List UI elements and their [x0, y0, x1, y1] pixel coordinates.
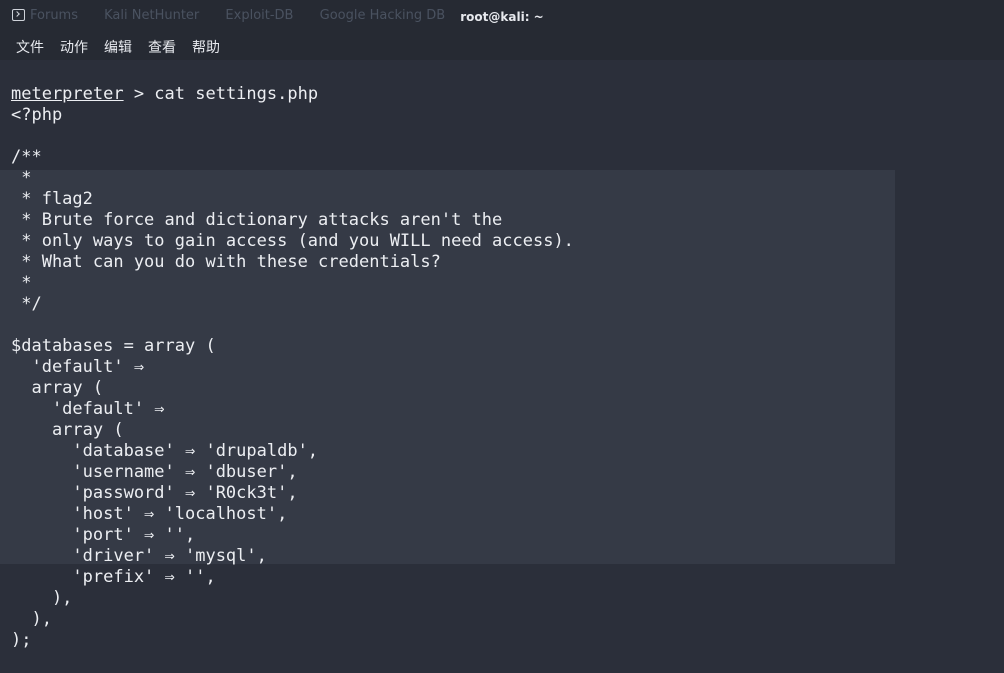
output-line: 'database' ⇒ 'drupaldb', — [11, 441, 319, 461]
window-title: root@kali: ~ — [460, 10, 544, 24]
output-line: ), — [11, 609, 52, 629]
output-line: <?php — [11, 105, 63, 125]
output-line: array ( — [11, 420, 124, 440]
output-line: * What can you do with these credentials… — [11, 252, 441, 272]
output-line: * flag2 — [11, 189, 93, 209]
output-line: * — [11, 273, 32, 293]
terminal-area[interactable]: meterpreter > cat settings.php <?php /**… — [0, 60, 1004, 673]
menu-file[interactable]: 文件 — [16, 37, 44, 57]
output-lines: <?php /** * * flag2 * Brute force and di… — [11, 105, 574, 650]
output-line: ), — [11, 588, 73, 608]
command: > cat settings.php — [123, 84, 319, 104]
output-line: */ — [11, 294, 42, 314]
title-bar[interactable]: Forums Kali NetHunter Exploit-DB Google … — [0, 0, 1004, 32]
terminal-output: meterpreter > cat settings.php <?php /**… — [11, 84, 574, 651]
output-line: 'username' ⇒ 'dbuser', — [11, 462, 298, 482]
output-line: ); — [11, 630, 32, 650]
menu-bar: 文件 动作 编辑 查看 帮助 — [0, 32, 1004, 60]
output-line: * Brute force and dictionary attacks are… — [11, 210, 503, 230]
output-line: array ( — [11, 378, 104, 398]
terminal-window: Forums Kali NetHunter Exploit-DB Google … — [0, 0, 1004, 673]
menu-help[interactable]: 帮助 — [192, 37, 220, 57]
output-line: 'password' ⇒ 'R0ck3t', — [11, 483, 298, 503]
output-line: * — [11, 168, 32, 188]
menu-edit[interactable]: 编辑 — [104, 37, 132, 57]
output-line: 'port' ⇒ '', — [11, 525, 196, 545]
output-line: * only ways to gain access (and you WILL… — [11, 231, 574, 251]
output-line: $databases = array ( — [11, 336, 216, 356]
menu-view[interactable]: 查看 — [148, 37, 176, 57]
menu-actions[interactable]: 动作 — [60, 37, 88, 57]
output-line: 'driver' ⇒ 'mysql', — [11, 546, 267, 566]
output-line: 'prefix' ⇒ '', — [11, 567, 216, 587]
output-line: 'default' ⇒ — [11, 399, 165, 419]
output-line: 'default' ⇒ — [11, 357, 145, 377]
output-line: /** — [11, 147, 42, 167]
prompt: meterpreter — [11, 84, 124, 104]
output-line: 'host' ⇒ 'localhost', — [11, 504, 288, 524]
